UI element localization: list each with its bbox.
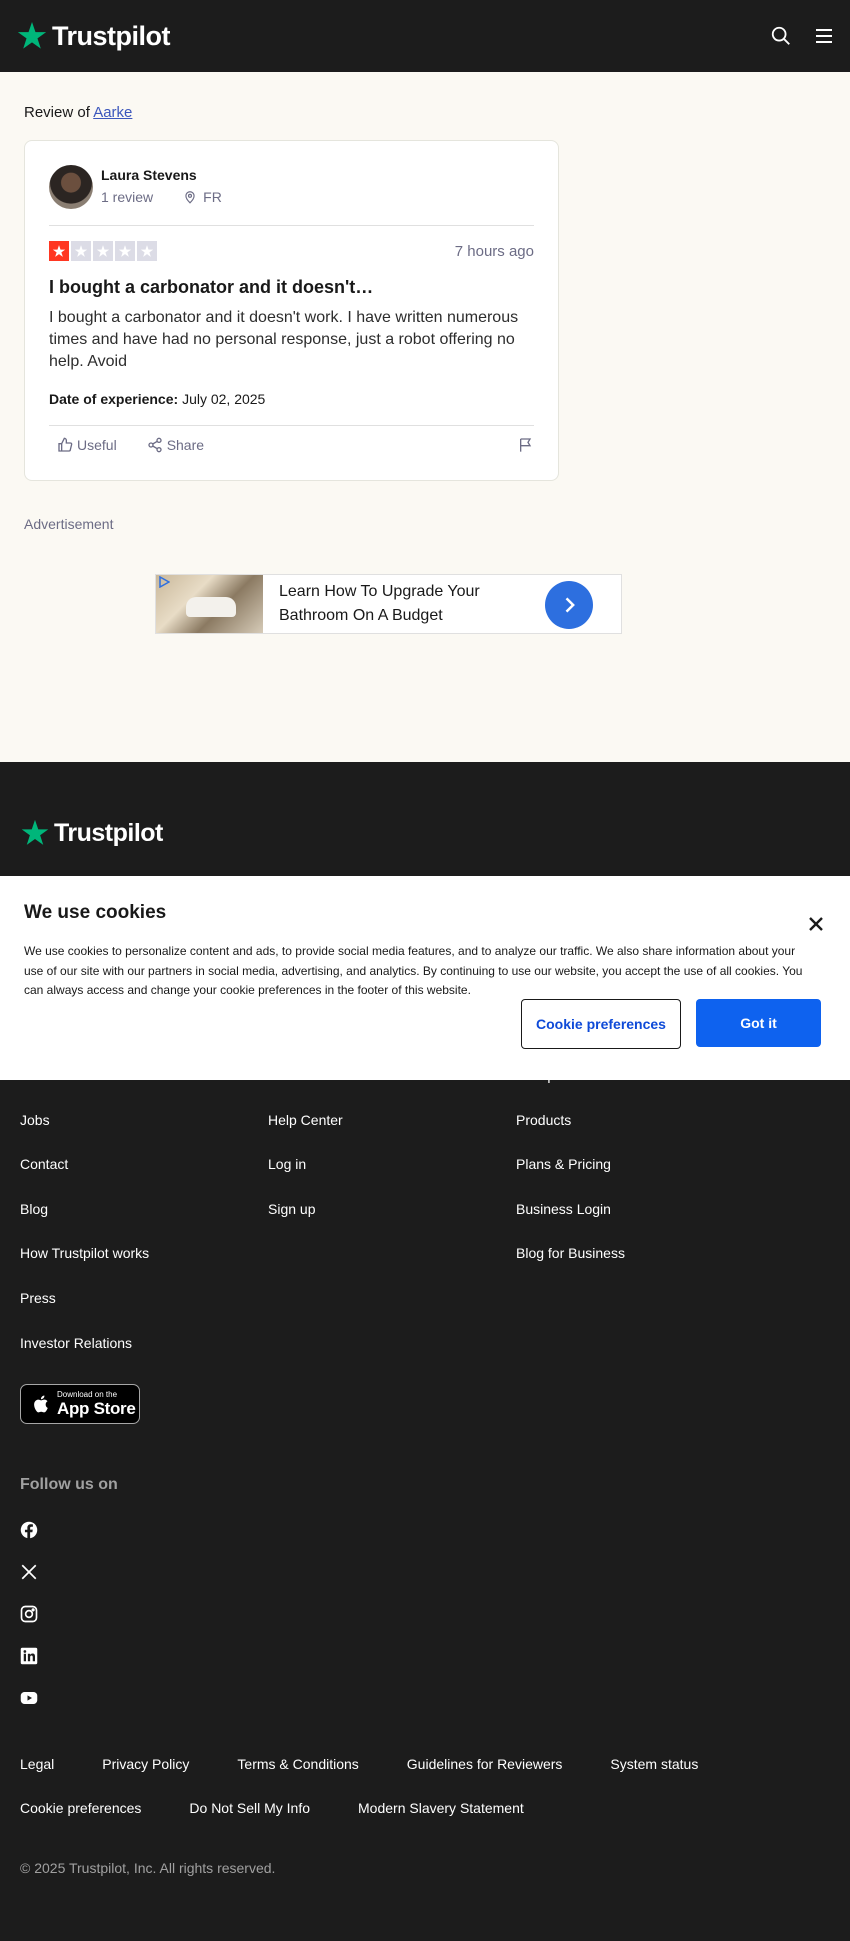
trustpilot-logo[interactable]: Trustpilot (16, 20, 171, 52)
legal-link[interactable]: Cookie preferences (20, 1800, 141, 1816)
copyright: © 2025 Trustpilot, Inc. All rights reser… (20, 1860, 276, 1876)
date-of-experience: Date of experience: July 02, 2025 (49, 391, 266, 407)
footer-logo[interactable]: Trustpilot (20, 818, 163, 848)
cookie-title: We use cookies (24, 902, 167, 923)
share-button[interactable]: Share (147, 437, 204, 453)
thumbs-up-icon (58, 437, 73, 452)
star-logo-icon (21, 819, 49, 845)
app-store-small-text: Download on the (57, 1390, 118, 1399)
reviewer-name[interactable]: Laura Stevens (101, 167, 197, 183)
star-icon (49, 241, 69, 261)
footer-column-business: Trustpilot BusinessProductsPlans & Prici… (516, 1067, 634, 1290)
avatar[interactable] (49, 165, 93, 209)
app-store-badge[interactable]: Download on the App Store (20, 1384, 140, 1424)
brand-name: Trustpilot (54, 818, 163, 847)
linkedin-icon[interactable] (20, 1647, 38, 1665)
footer-link[interactable]: Jobs (20, 1112, 149, 1157)
search-icon[interactable] (770, 25, 792, 47)
brand-name: Trustpilot (52, 20, 171, 51)
useful-button[interactable]: Useful (57, 437, 117, 453)
menu-icon[interactable] (814, 27, 834, 45)
legal-link[interactable]: Legal (20, 1756, 54, 1772)
star-icon (137, 241, 157, 261)
review-count: 1 review (101, 189, 154, 205)
review-body: I bought a carbonator and it doesn't wor… (49, 309, 519, 370)
star-icon (71, 241, 91, 261)
main-content: Review of Aarke Laura Stevens 1 review F… (0, 72, 850, 762)
ad-text[interactable]: Learn How To Upgrade Your Bathroom On A … (279, 580, 519, 628)
close-icon[interactable] (808, 916, 824, 932)
review-card: Laura Stevens 1 review FR 7 hours ago I … (24, 140, 559, 481)
footer-link[interactable]: Blog for Business (516, 1245, 634, 1290)
apple-icon (34, 1395, 48, 1413)
reviewer-meta: 1 review FR (101, 189, 222, 205)
advertisement-label: Advertisement (24, 516, 114, 532)
legal-links-row-2: Cookie preferences Do Not Sell My Info Mod… (20, 1800, 524, 1816)
legal-link[interactable]: Modern Slavery Statement (358, 1800, 524, 1816)
cookie-banner: We use cookies We use cookies to persona… (0, 876, 850, 1080)
legal-links-row-1: Legal Privacy Policy Terms & Conditions Gui… (20, 1756, 698, 1772)
star-logo-icon (17, 22, 47, 49)
divider (49, 225, 534, 226)
youtube-icon[interactable] (20, 1689, 38, 1707)
location-pin-icon (185, 191, 195, 204)
footer-link[interactable]: Help Center (268, 1112, 366, 1157)
footer-column-about: About usJobsContactBlogHow Trustpilot wo… (20, 1067, 149, 1379)
legal-link[interactable]: Do Not Sell My Info (189, 1800, 310, 1816)
divider (49, 425, 534, 426)
footer-link[interactable]: Business Login (516, 1201, 634, 1246)
cookie-preferences-button[interactable]: Cookie preferences (521, 999, 681, 1049)
star-icon (115, 241, 135, 261)
app-store-big-text: App Store (57, 1399, 136, 1418)
instagram-icon[interactable] (20, 1605, 38, 1623)
facebook-icon[interactable] (20, 1521, 38, 1539)
footer-link[interactable]: Blog (20, 1201, 149, 1246)
review-of: Review of Aarke (24, 104, 133, 121)
reviewer-country: FR (203, 189, 222, 205)
star-icon (93, 241, 113, 261)
legal-link[interactable]: System status (610, 1756, 698, 1772)
legal-link[interactable]: Privacy Policy (102, 1756, 189, 1772)
ad-next-button[interactable] (545, 581, 593, 629)
share-icon (148, 437, 162, 453)
ad-choices-icon[interactable] (158, 576, 170, 588)
legal-link[interactable]: Guidelines for Reviewers (407, 1756, 563, 1772)
ad-image[interactable] (156, 575, 263, 633)
footer-link[interactable]: How Trustpilot works (20, 1245, 149, 1290)
follow-us-title: Follow us on (20, 1476, 118, 1493)
footer-link[interactable]: Press (20, 1290, 149, 1335)
footer-link[interactable]: Investor Relations (20, 1335, 149, 1380)
x-twitter-icon[interactable] (20, 1563, 38, 1581)
footer-link[interactable]: Plans & Pricing (516, 1156, 634, 1201)
footer-link[interactable]: Contact (20, 1156, 149, 1201)
ad-banner[interactable]: Learn How To Upgrade Your Bathroom On A … (155, 574, 622, 634)
review-title[interactable]: I bought a carbonator and it doesn't… (49, 277, 373, 298)
social-links (20, 1521, 38, 1707)
legal-link[interactable]: Terms & Conditions (237, 1756, 358, 1772)
footer-link[interactable]: Sign up (268, 1201, 366, 1246)
footer-link[interactable]: Log in (268, 1156, 366, 1201)
footer-column-community: Trust in reviewsHelp CenterLog inSign up (268, 1067, 366, 1245)
review-date: 7 hours ago (454, 243, 534, 260)
site-header: Trustpilot (0, 0, 850, 72)
cookie-text: We use cookies to personalize content an… (24, 944, 803, 997)
flag-icon[interactable] (518, 436, 534, 454)
chevron-right-icon (565, 597, 575, 613)
star-rating (49, 241, 157, 261)
company-link[interactable]: Aarke (93, 104, 132, 121)
review-actions: Useful Share (49, 436, 534, 454)
accept-cookies-button[interactable]: Got it (696, 999, 821, 1047)
footer-link[interactable]: Products (516, 1112, 634, 1157)
